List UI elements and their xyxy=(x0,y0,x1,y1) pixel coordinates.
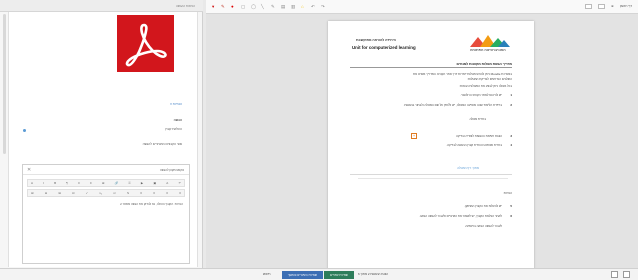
submission-counter: הצגת ההגשות 2 מתוך 6 xyxy=(358,272,389,276)
sticky-note-icon[interactable]: ⌂ xyxy=(301,4,304,9)
step-text: לאחר העלאת הקובץ, יש לשמור את השינויים ו… xyxy=(418,214,502,218)
toolbar-button[interactable]: ✓ xyxy=(86,191,89,195)
line-icon[interactable]: ╲ xyxy=(261,4,264,9)
toolbar-button[interactable]: B xyxy=(54,181,56,185)
step-text: הצגת רשימת ההגשות לצפייה ובדיקה xyxy=(455,134,502,138)
panel-topbar: הוראות ההגשה xyxy=(0,0,203,12)
comment-icon[interactable]: ▥ xyxy=(291,4,295,9)
toolbar-button[interactable]: ¶ xyxy=(66,181,68,185)
step-text: לעבור להגשה הבאה ברשימה. xyxy=(464,224,502,228)
divider xyxy=(358,178,508,179)
collapse-panel-icon[interactable] xyxy=(611,271,618,278)
toolbar-button[interactable]: ⊞ xyxy=(31,191,34,195)
section-heading: הערות: xyxy=(503,191,512,195)
toolbar-button[interactable]: A xyxy=(31,181,33,185)
intro-text: במערכת Moodle ניתן להגיש מטלות ישירות דר… xyxy=(413,72,512,76)
university-logo: האוניברסיטה הפתוחה xyxy=(468,34,512,56)
page-nav-button[interactable] xyxy=(598,4,606,9)
close-icon[interactable]: ✕ xyxy=(27,167,31,173)
toolbar-button[interactable]: ▣ xyxy=(153,181,156,185)
step-number: 5 xyxy=(510,204,512,208)
document-title-english: Unit for computerized learning xyxy=(352,45,416,50)
logo-text: האוניברסיטה הפתוחה xyxy=(470,48,506,52)
instructions-toggle[interactable]: הנחיות ▾ xyxy=(170,102,182,106)
toolbar-button[interactable]: x₂ xyxy=(99,191,102,195)
pdf-page[interactable]: האוניברסיטה הפתוחה היחידה להוראה מתוקשבת… xyxy=(328,21,534,270)
toolbar-button[interactable]: ↶ xyxy=(178,181,181,185)
submission-heading: הגשה xyxy=(173,118,182,122)
page-select[interactable]: דף ראשון xyxy=(620,4,632,9)
editor-toolbar-row-2: ⊞ ⊟ ⊞ Ω ✓ x₂ x¹ S ≡ ≡ ≡ ≡ xyxy=(27,189,185,197)
highlight-icon[interactable]: ✎ xyxy=(271,4,275,9)
toolbar-button[interactable]: x¹ xyxy=(113,191,116,195)
pen-icon[interactable]: ✎ xyxy=(221,4,225,9)
toolbar-button[interactable]: Ω xyxy=(72,191,74,195)
toolbar-button[interactable]: I xyxy=(43,181,44,185)
divider xyxy=(350,67,512,68)
pdf-viewer: ▾ ✎ ● ▢ ◯ ╲ ✎ ▤ ▥ ⌂ ↶ ↷ ⊕ דף ראשון האוני… xyxy=(206,0,638,270)
editor-label: טקסט מקוון להגשה xyxy=(159,168,184,172)
step-text: ביחידת הלימוד שבה מופיעה המטלה, יש ללחוץ… xyxy=(403,103,502,107)
redo-icon[interactable]: ↷ xyxy=(321,4,325,9)
step-number: 3 xyxy=(510,134,512,138)
stamp-icon[interactable]: ▤ xyxy=(281,4,285,9)
app-window: הוראות ההגשה הנחיות ▾ הגשה העלאת קובץ סו… xyxy=(0,0,638,280)
editor-header: ✕ טקסט מקוון להגשה xyxy=(23,165,189,175)
zoom-icon[interactable]: ⊕ xyxy=(611,4,614,9)
figure-caption: מתוך: דף המטלה xyxy=(457,166,479,170)
search-link[interactable]: חיפוש xyxy=(263,272,271,276)
save-changes-button[interactable]: שמירת שינויים xyxy=(324,271,354,279)
online-text-editor[interactable]: ✕ טקסט מקוון להגשה A I B ¶ ≡ ≡ ⊞ 🔗 ⚿ ▶ ▣… xyxy=(22,164,190,264)
toolbar-button[interactable]: ⊞ xyxy=(102,181,105,185)
expand-panel-icon[interactable] xyxy=(623,271,630,278)
bottom-action-bar: חיפוש שמירת השינויים והמשך שמירת שינויים… xyxy=(0,268,638,280)
dropdown-icon[interactable]: ▾ xyxy=(212,4,214,9)
submission-panel: הוראות ההגשה הנחיות ▾ הגשה העלאת קובץ סו… xyxy=(0,0,203,268)
editor-toolbar-row-1: A I B ¶ ≡ ≡ ⊞ 🔗 ⚿ ▶ ▣ A ↶ xyxy=(27,179,185,187)
oval-icon[interactable]: ◯ xyxy=(251,4,256,9)
document-heading: מדריך הגשת מטלות מקוונות למנחים xyxy=(456,62,512,66)
rectangle-icon[interactable]: ▢ xyxy=(241,4,245,9)
step-number: 2 xyxy=(510,103,512,107)
page-nav-button[interactable] xyxy=(585,4,593,9)
allowed-file-types: סוגי הקבצים המותרים להגשה xyxy=(142,142,182,146)
step-text: יש להיכנס לאתר הקורס הרלוונטי. xyxy=(460,93,502,97)
toolbar-button[interactable]: ≡ xyxy=(78,181,80,185)
toolbar-button[interactable]: ≡ xyxy=(140,191,142,195)
toolbar-button[interactable]: ≡ xyxy=(90,181,92,185)
annotation-toolbar: ▾ ✎ ● ▢ ◯ ╲ ✎ ▤ ▥ ⌂ ↶ ↷ ⊕ דף ראשון xyxy=(206,0,638,14)
step-text: בחירת סטודנט והורדת קובץ ההגשה לבדיקה. xyxy=(446,143,502,147)
page-navigation: ⊕ דף ראשון xyxy=(585,4,632,9)
file-upload-label[interactable]: העלאת קובץ xyxy=(165,127,182,131)
scrollbar[interactable] xyxy=(3,14,6,154)
step-number: 1 xyxy=(510,93,512,97)
pdf-file-icon[interactable] xyxy=(117,15,174,72)
toolbar-button[interactable]: A xyxy=(166,181,168,185)
toolbar-button[interactable]: ≡ xyxy=(153,191,155,195)
intro-text: בכל מטלה ניתן לבצע את הפעולות הבאות: xyxy=(459,84,512,88)
toolbar-button[interactable]: S xyxy=(127,191,129,195)
view-controls xyxy=(611,271,630,278)
toolbar-button[interactable]: ≡ xyxy=(166,191,168,195)
step-number: 6 xyxy=(510,214,512,218)
intro-text: השלבים הנדרשים לבדיקת המטלות: xyxy=(467,77,512,81)
toolbar-button[interactable]: ⊟ xyxy=(45,191,48,195)
editor-text-content[interactable]: הערות: הקובץ הועלה, נא לבדוק את הגשה מספ… xyxy=(120,202,183,206)
toolbar-button[interactable]: ▶ xyxy=(141,181,143,185)
divider xyxy=(350,174,512,175)
save-and-continue-button[interactable]: שמירת השינויים והמשך xyxy=(282,271,323,279)
step-number: 4 xyxy=(510,143,512,147)
toolbar-button[interactable]: ≡ xyxy=(179,191,181,195)
toolbar-button[interactable]: 🔗 xyxy=(115,181,119,185)
panel-title: הוראות ההגשה xyxy=(176,4,195,8)
toolbar-button[interactable]: ⊞ xyxy=(58,191,61,195)
toolbar-button[interactable]: ⚿ xyxy=(128,181,130,185)
step-text: בחירת מטלה. xyxy=(468,117,486,121)
document-title-hebrew: היחידה להוראה מתוקשבת xyxy=(356,38,396,42)
info-dot-icon xyxy=(23,129,26,132)
add-submission-icon: + xyxy=(411,133,417,139)
step-text: יש להעלות את הקובץ המתוקן. xyxy=(464,204,502,208)
undo-icon[interactable]: ↶ xyxy=(311,4,315,9)
color-dot-icon[interactable]: ● xyxy=(231,4,234,9)
